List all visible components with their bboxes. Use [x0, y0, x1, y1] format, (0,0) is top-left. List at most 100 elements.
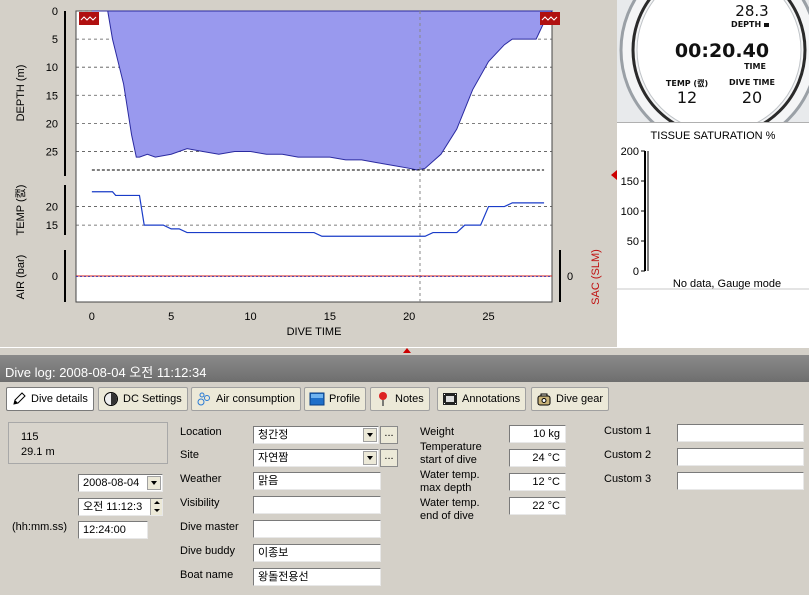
top-panel: 0 5 10 15 20 25 15 20 0 0 DEPTH (m) TEMP (캜) AIR (ba…	[0, 0, 809, 347]
tissue-tick-label: 0	[633, 266, 639, 278]
site-label: Site	[180, 449, 199, 461]
dive-number: 115	[21, 431, 39, 443]
dive-profile-svg: 0 5 10 15 20 25 15 20 0 0 DEPTH (m) TEMP (캜) AIR (ba…	[14, 6, 602, 338]
time-tick-label: 10	[244, 311, 256, 323]
date-value: 2008-08-04	[83, 477, 140, 489]
site-select[interactable]: 자연짬	[253, 449, 379, 467]
weight-label: Weight	[420, 426, 455, 438]
time-tick-label: 20	[403, 311, 415, 323]
tab-air-consumption[interactable]: Air consumption	[191, 387, 301, 411]
tab-label: Profile	[329, 393, 361, 405]
temp-end-input[interactable]: 22 °C	[509, 497, 566, 515]
spinner-arrows-icon[interactable]	[150, 499, 162, 515]
time-tick-label: 25	[482, 311, 494, 323]
depth-tick-label: 5	[52, 34, 58, 46]
custom1-input[interactable]	[677, 424, 804, 442]
location-value: 청간정	[258, 429, 289, 441]
weight-input[interactable]: 10 kg	[509, 425, 566, 443]
chevron-down-icon[interactable]	[363, 451, 377, 465]
gear-bag-icon	[536, 391, 552, 407]
dive-buddy-label: Dive buddy	[180, 545, 236, 557]
detail-tabs: Dive details DC Settings Air consumption…	[0, 382, 809, 414]
dive-log-header: Dive log: 2008-08-04 오전 11:12:34	[0, 355, 809, 382]
time-tick-label: 15	[324, 311, 336, 323]
date-picker[interactable]: 2008-08-04	[78, 474, 163, 492]
custom3-input[interactable]	[677, 472, 804, 490]
tab-dive-gear[interactable]: Dive gear	[531, 387, 610, 411]
dive-details-form: 115 29.1 m 2008-08-04 오전 11:12:3 (hh:mm.…	[0, 414, 809, 595]
tab-label: DC Settings	[123, 393, 182, 405]
gauge-time-label: TIME	[744, 62, 766, 71]
tab-label: Dive gear	[556, 393, 604, 405]
weather-label: Weather	[180, 473, 222, 485]
panel-collapse-icon[interactable]	[611, 170, 617, 180]
tissue-tick-label: 100	[621, 206, 639, 218]
film-icon	[442, 391, 458, 407]
gauge-dive-time-label: DIVE TIME	[729, 78, 775, 87]
dive-computer-icon	[103, 391, 119, 407]
tab-annotations[interactable]: Annotations	[437, 387, 527, 411]
dive-profile-chart: 0 5 10 15 20 25 15 20 0 0 DEPTH (m) TEMP (캜) AIR (ba…	[0, 0, 614, 347]
time-value: 오전 11:12:3	[83, 501, 143, 513]
chevron-down-icon[interactable]	[363, 428, 377, 442]
bubbles-icon	[196, 391, 212, 407]
depth-tick-label: 20	[46, 118, 58, 130]
tab-notes[interactable]: Notes	[370, 387, 430, 411]
time-tick-label: 5	[168, 311, 174, 323]
location-more-button[interactable]: ...	[380, 426, 398, 444]
depth-tick-label: 0	[52, 6, 58, 18]
location-label: Location	[180, 426, 222, 438]
air-axis-label: AIR (bar)	[15, 255, 27, 300]
visibility-input[interactable]	[253, 496, 381, 514]
tissue-no-data: No data, Gauge mode	[672, 278, 782, 290]
custom2-input[interactable]	[677, 448, 804, 466]
depth-tick-label: 15	[46, 90, 58, 102]
chevron-down-icon[interactable]	[147, 476, 161, 490]
temp-end-label: Water temp. end of dive	[420, 497, 480, 522]
tab-dive-details[interactable]: Dive details	[6, 387, 94, 411]
temp-axis-label: TEMP (캜)	[14, 185, 27, 236]
temp-tick-label: 15	[46, 220, 58, 232]
dive-master-label: Dive master	[180, 521, 239, 533]
site-more-button[interactable]: ...	[380, 449, 398, 467]
temp-tick-label: 20	[46, 202, 58, 214]
depth-tick-label: 10	[46, 62, 58, 74]
tab-label: Air consumption	[216, 393, 295, 405]
tissue-tick-label: 150	[621, 176, 639, 188]
tissue-saturation-panel: 200 150 100 50 0 TISSUE SATURATION % No data…	[617, 122, 809, 347]
tissue-chart: 200 150 100 50 0	[617, 146, 809, 290]
gauge-time-value: 00:20.40	[674, 40, 770, 62]
tab-label: Notes	[395, 393, 424, 405]
visibility-label: Visibility	[180, 497, 220, 509]
temp-start-label: Temperature start of dive	[420, 441, 482, 466]
tab-label: Dive details	[31, 393, 88, 405]
pencil-icon	[11, 391, 27, 407]
tissue-tick-label: 50	[627, 236, 639, 248]
boat-name-input[interactable]: 왕돌전용선	[253, 568, 381, 586]
depth-axis-label: DEPTH (m)	[15, 65, 27, 122]
sac-tick-label: 0	[567, 271, 573, 283]
dive-buddy-input[interactable]: 이종보	[253, 544, 381, 562]
splitter-arrow-icon[interactable]	[403, 348, 411, 353]
weather-input[interactable]: 맑음	[253, 472, 381, 490]
air-tick-label: 0	[52, 271, 58, 283]
tab-dc-settings[interactable]: DC Settings	[98, 387, 188, 411]
time-axis-label: DIVE TIME	[287, 326, 342, 338]
max-depth: 29.1 m	[21, 446, 55, 458]
site-value: 자연짬	[258, 452, 289, 464]
temp-max-depth-input[interactable]: 12 °C	[509, 473, 566, 491]
gauge-temp-value: 12	[676, 88, 698, 107]
location-select[interactable]: 청간정	[253, 426, 379, 444]
custom3-label: Custom 3	[604, 473, 652, 485]
gauge-depth-value: 28.3	[735, 2, 769, 20]
custom2-label: Custom 2	[604, 449, 652, 461]
dive-master-input[interactable]	[253, 520, 381, 538]
duration-input[interactable]: 12:24:00	[78, 521, 148, 539]
gauge-dive-time-value: 20	[741, 88, 763, 107]
dive-summary-box: 115 29.1 m	[8, 422, 168, 464]
time-spinner[interactable]: 오전 11:12:3	[78, 498, 163, 516]
tab-profile[interactable]: Profile	[304, 387, 367, 411]
splitter[interactable]	[0, 347, 809, 355]
tissue-tick-label: 200	[621, 146, 639, 158]
temp-start-input[interactable]: 24 °C	[509, 449, 566, 467]
